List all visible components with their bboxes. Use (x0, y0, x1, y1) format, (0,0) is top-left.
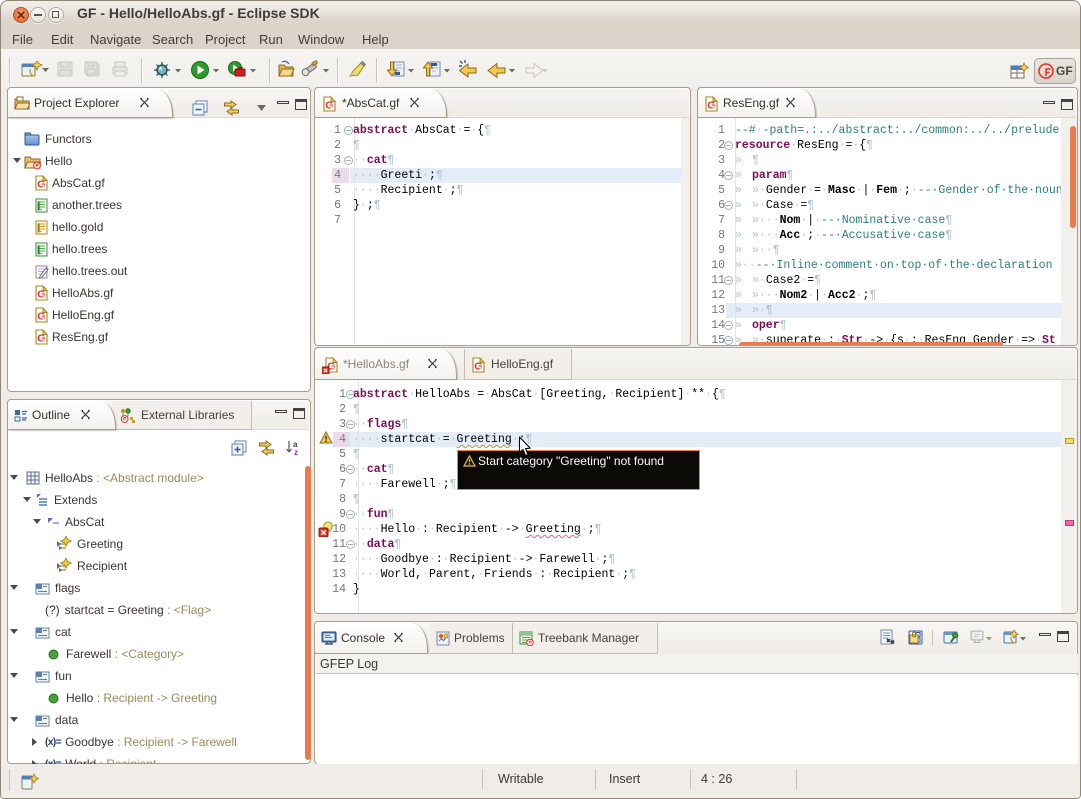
svg-text:z: z (294, 448, 298, 456)
